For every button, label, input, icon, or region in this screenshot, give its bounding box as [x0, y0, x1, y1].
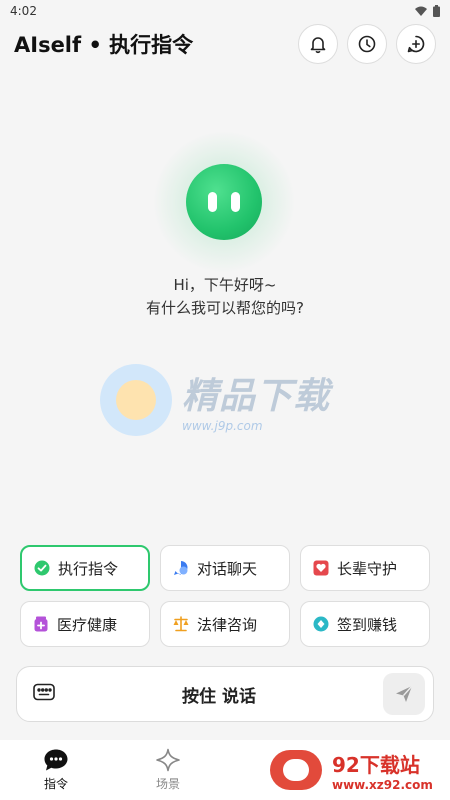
command-label: 签到赚钱: [337, 615, 398, 634]
status-icons: [415, 5, 440, 17]
greeting: Hi，下午好呀~ 有什么我可以帮您的吗?: [0, 274, 450, 320]
watermark: 精品下载 www.j9p.com: [100, 358, 360, 442]
status-bar: 4:02: [0, 0, 450, 22]
keyboard-icon: [33, 683, 55, 701]
left-eye: [208, 192, 217, 212]
watermark-title: 精品下载: [182, 376, 331, 417]
command-label: 医疗健康: [57, 615, 118, 634]
watermark-text: 精品下载 www.j9p.com: [182, 367, 330, 433]
command-checkin-button[interactable]: 签到赚钱: [300, 601, 430, 647]
voice-input-bar[interactable]: 按住 说话: [16, 666, 434, 722]
status-time: 4:02: [10, 4, 37, 18]
notifications-button[interactable]: [298, 24, 338, 64]
gamepad-logo-icon: [270, 750, 322, 790]
keyboard-toggle-button[interactable]: [33, 683, 55, 705]
command-medical-button[interactable]: 医疗健康: [20, 601, 150, 647]
tab-label: 场景: [155, 777, 180, 791]
add-chat-icon: [407, 35, 425, 53]
chat-dots-icon: [44, 749, 68, 771]
watermark-url: www.j9p.com: [182, 419, 263, 433]
right-eye: [231, 192, 240, 212]
check-circle-icon: [34, 560, 50, 576]
ad-url: www.xz92.com: [332, 777, 433, 792]
ad-title: 92下载站: [332, 752, 420, 777]
battery-icon: [433, 5, 440, 17]
sparkle-diamond-icon: [156, 748, 180, 772]
robot-face-icon: [186, 164, 262, 240]
command-execute-button[interactable]: 执行指令: [20, 545, 150, 591]
history-button[interactable]: [347, 24, 387, 64]
page-title: AIself • 执行指令: [14, 33, 194, 57]
send-icon: [395, 685, 413, 702]
tab-label: 指令: [43, 777, 68, 791]
app-header: AIself • 执行指令: [0, 22, 450, 66]
assistant-avatar: [154, 132, 294, 272]
command-label: 长辈守护: [337, 559, 398, 578]
hold-to-talk-label[interactable]: 按住 说话: [182, 682, 256, 707]
greeting-line-1: Hi，下午好呀~: [173, 276, 277, 294]
greeting-line-2: 有什么我可以帮您的吗?: [146, 299, 304, 317]
command-elder-care-button[interactable]: 长辈守护: [300, 545, 430, 591]
chat-bubble-icon: [173, 560, 189, 576]
wifi-icon: [415, 6, 427, 16]
medicine-icon: [33, 616, 49, 632]
clock-icon: [358, 35, 376, 53]
command-label: 法律咨询: [197, 615, 258, 634]
bell-icon: [310, 37, 326, 54]
heart-shield-icon: [313, 560, 329, 576]
command-chat-button[interactable]: 对话聊天: [160, 545, 290, 591]
command-grid: 执行指令 对话聊天 长辈守护 医疗健康 法律咨询 签到赚钱: [20, 545, 430, 647]
ad-banner[interactable]: 92下载站 www.xz92.com: [250, 740, 450, 800]
command-label: 对话聊天: [197, 559, 258, 578]
command-legal-button[interactable]: 法律咨询: [160, 601, 290, 647]
send-button[interactable]: [382, 673, 425, 715]
header-actions: [298, 24, 436, 64]
watermark-logo-icon: [100, 364, 172, 436]
new-chat-button[interactable]: [396, 24, 436, 64]
tab-scenes[interactable]: 场景: [112, 740, 224, 800]
tab-commands[interactable]: 指令: [0, 740, 112, 800]
command-label: 执行指令: [58, 559, 119, 578]
ad-text: 92下载站 www.xz92.com: [332, 749, 433, 792]
coin-icon: [313, 616, 329, 632]
scales-icon: [173, 616, 189, 632]
